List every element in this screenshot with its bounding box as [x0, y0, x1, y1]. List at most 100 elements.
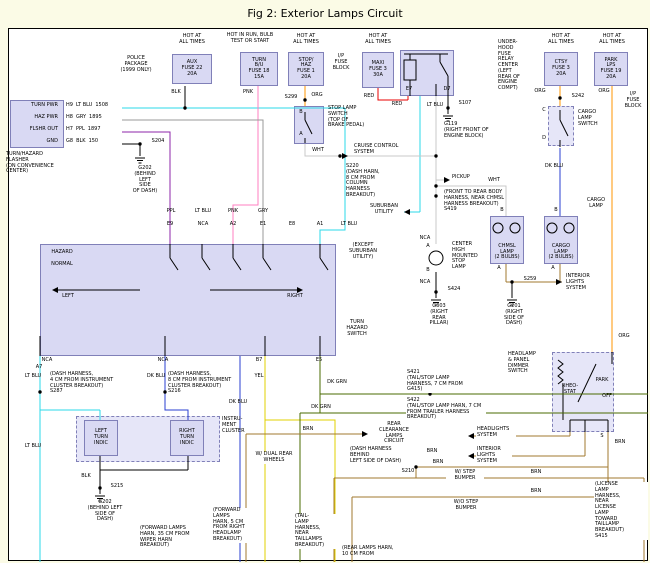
terminal-e9: E9 [163, 222, 177, 228]
circuit-number: 150 [89, 138, 99, 144]
right-label: RIGHT [282, 294, 308, 300]
splice-s220-note: S220 (DASH HARN, 8 CM FROM COLUMN HARNES… [346, 164, 388, 199]
park-pos-label: PARK [590, 378, 614, 384]
wire-dkblu-3: DK BLU [540, 164, 568, 170]
terminal-nca-2: NCA [38, 358, 56, 364]
splice-s107: S107 [454, 101, 476, 107]
wire-brn-1: BRN [300, 427, 316, 433]
fwd5-note: (FORWARD LAMPS HARN, 5 CM FROM RIGHT HEA… [212, 508, 262, 543]
ground-g202-top: G202 (BEHIND LEFT SIDE OF DASH) [122, 166, 168, 195]
fuse-park: PARK LPS FUSE 19 20A [594, 52, 628, 86]
terminal-s: S [598, 434, 606, 440]
except-suburban-note: (EXCEPT SUBURBAN UTILITY) [342, 243, 384, 260]
underhood-center-note: UNDER- HOOD FUSE RELAY CENTER (LEFT REAR… [498, 40, 534, 92]
wire-org-3: ORG [596, 89, 612, 95]
terminal-a-chmsl2: A [494, 266, 504, 272]
splice-s422-note: S422 (TAIL/STOP LAMP HARN, 7 CM FROM TRA… [406, 398, 486, 421]
wire-blk-aux: BLK [168, 90, 184, 96]
cargo2-label: CARGO LAMP (2 BULBS) [548, 244, 573, 261]
terminal-e5: E5 [312, 358, 326, 364]
flasher-row-flshr-out: FLSHR OUT [12, 127, 58, 133]
terminal-nca-3: NCA [154, 358, 172, 364]
terminal-nca-1: NCA [194, 222, 212, 228]
cargo-switch-label: CARGO LAMP SWITCH [578, 110, 610, 127]
pickup-label: PICKUP [452, 175, 482, 181]
splice-s287-note: (DASH HARNESS, 4 CM FROM INSTRUMENT CLUS… [50, 372, 114, 395]
ip-fuse-block-1: I/P FUSE BLOCK [328, 54, 354, 71]
ground-g201: G201 (RIGHT SIDE OF DASH) [496, 304, 532, 327]
wire-gry: GRY [254, 209, 272, 215]
turn-hazard-switch-label: TURN HAZARD SWITCH [340, 320, 374, 337]
wire-org-2: ORG [532, 89, 548, 95]
terminal-nca-4: NCA [416, 236, 434, 242]
ground-g202-bottom: G202 (BEHIND LEFT SIDE OF DASH) [82, 500, 128, 523]
wire-blk-2: BLK [78, 474, 94, 480]
terminal-b7: B7 [252, 358, 266, 364]
splice-s215: S215 [106, 484, 128, 490]
flasher-pin-row-3: H7PPL1897 [66, 126, 101, 132]
wire-brn-6: BRN [424, 449, 440, 455]
hazard-pos-label: HAZARD [46, 250, 78, 256]
wire-brn-2: BRN [430, 460, 446, 466]
terminal-a-cargo2: A [548, 266, 558, 272]
pin: G8 [66, 138, 73, 144]
wire-color: GRY [76, 114, 86, 120]
splice-s424: S424 [442, 287, 466, 293]
wire-yel-1: YEL [250, 374, 268, 380]
stop-lamp-switch-label: STOP LAMP SWITCH (TOP OF BRAKE PEDAL) [328, 106, 372, 129]
interior-lights-1: INTERIOR LIGHTS SYSTEM [566, 274, 600, 291]
instrument-cluster-label: INSTRU- MENT CLUSTER [222, 417, 254, 434]
dash-behind-note: (DASH HARNESS BEHIND LEFT SIDE OF DASH) [350, 447, 412, 464]
terminal-a2: A2 [226, 222, 240, 228]
circuit-number: 1895 [89, 114, 102, 120]
wire-color: LT BLU [76, 102, 92, 108]
splice-s216-note: (DASH HARNESS, 8 CM FROM INSTRUMENT CLUS… [168, 372, 232, 395]
wire-dkblu-1: DK BLU [142, 374, 170, 380]
terminal-b-stopsw: B [297, 110, 305, 116]
tail-harness-note: (TAIL- LAMP HARNESS, NEAR TAILLAMPS BREA… [294, 514, 338, 549]
hot-at-all-times-4: HOT AT ALL TIMES [540, 34, 582, 46]
terminal-a1: A1 [313, 222, 327, 228]
hot-in-run-label: HOT IN RUN, BULB TEST OR START [219, 33, 281, 45]
wire-red-1: RED [360, 94, 378, 100]
wire-brn-3: BRN [528, 470, 544, 476]
wire-ltblu-3: LT BLU [20, 374, 46, 380]
splice-s415-note: (LICENSE LAMP HARNESS, NEAR LICENSE LAMP… [594, 482, 648, 540]
wire-color: PPL [76, 126, 85, 132]
cruise-control-label: CRUISE CONTROL SYSTEM [354, 144, 412, 156]
relay-term-e7: E7 [403, 87, 415, 93]
terminal-b-chmsl: B [424, 268, 432, 274]
terminal-e8: E8 [285, 222, 299, 228]
fuse-maxi: MAXI FUSE 3 30A [362, 52, 394, 88]
circuit-number: 1508 [95, 102, 108, 108]
wire-color: BLK [76, 138, 86, 144]
terminal-b-cargo2: B [552, 208, 560, 214]
pin: H9 [66, 102, 73, 108]
fwd35-note: (FORWARD LAMPS HARN, 35 CM FROM WIPER HA… [140, 526, 200, 549]
flasher-row-gnd: GND [12, 139, 58, 145]
relay-term-d7: D7 [441, 87, 453, 93]
fuse-turn-bu: TURN B/U FUSE 18 15A [240, 52, 278, 86]
fuse-stop-haz: STOP/ HAZ FUSE 1 20A [288, 52, 324, 86]
cargo-lamp-switch-box [548, 106, 574, 146]
terminal-c-cargosw: C [540, 108, 548, 114]
wire-ppl: PPL [162, 209, 180, 215]
fuse-ctsy: CTSY FUSE 3 20A [544, 52, 578, 86]
hot-at-all-times-5: HOT AT ALL TIMES [591, 34, 633, 46]
wire-org-4: ORG [616, 334, 632, 340]
wire-ltblu-4: LT BLU [20, 444, 46, 450]
rear-clearance-label: REAR CLEARANCE LAMPS CIRCUIT [370, 422, 418, 445]
interior-lights-2: INTERIOR LIGHTS SYSTEM [476, 447, 512, 464]
terminal-a7: A7 [32, 365, 46, 371]
terminal-d-cargosw: D [540, 136, 548, 142]
wiring-diagram-page: Fig 2: Exterior Lamps Circuit AUX FUSE 2… [0, 0, 650, 563]
terminal-a-stopsw: A [297, 132, 305, 138]
off-pos-label: OFF [598, 394, 616, 400]
ground-g119: G119 (RIGHT FRONT OF ENGINE BLOCK) [444, 122, 498, 139]
splice-s242: S242 [566, 94, 590, 100]
wire-wht-2: WHT [484, 178, 504, 184]
cargo-lamp-label: CARGO LAMP [582, 198, 610, 210]
splice-s210: S210 [396, 469, 420, 475]
wire-brn-5: BRN [612, 440, 628, 446]
fuse-aux: AUX FUSE 22 20A [172, 54, 212, 84]
